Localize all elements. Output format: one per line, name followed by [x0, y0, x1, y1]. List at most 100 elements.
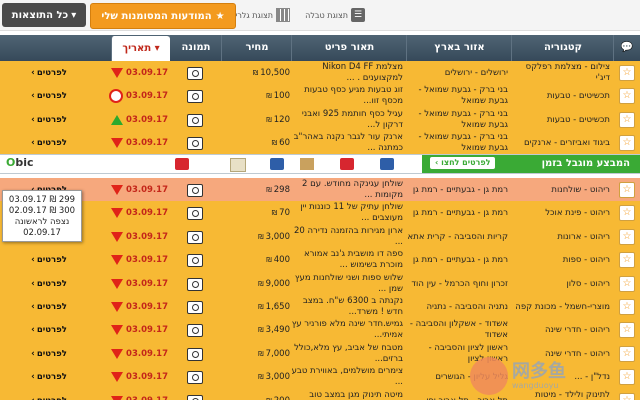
star-outline-icon[interactable]: ☆: [619, 65, 635, 81]
image-cell[interactable]: [170, 131, 220, 155]
favorite-cell[interactable]: ☆: [616, 131, 638, 155]
header-date-sorted[interactable]: ▾ תאריך: [111, 36, 170, 61]
star-outline-icon[interactable]: ☆: [619, 369, 635, 385]
camera-icon[interactable]: [187, 206, 203, 220]
details-label: לפרטים: [36, 137, 67, 148]
favorite-cell[interactable]: ☆: [616, 389, 638, 400]
table-row[interactable]: ☆ ריהוט - שולחנות רמת גן - גבעתיים - רמת ג…: [0, 178, 640, 203]
currency-symbol: ₪: [252, 68, 259, 77]
details-label: לפרטים: [36, 278, 67, 289]
star-outline-icon[interactable]: ☆: [619, 182, 635, 198]
image-cell[interactable]: [170, 201, 220, 225]
favorite-cell[interactable]: ☆: [616, 272, 638, 296]
header-image[interactable]: תמונה: [169, 35, 222, 61]
details-link[interactable]: לפרטים›: [2, 389, 96, 400]
star-outline-icon[interactable]: ☆: [619, 276, 635, 292]
table-row[interactable]: ☆ תכשיטים - טבעות בני ברק - גבעת שמואל - ג…: [0, 84, 640, 109]
star-outline-icon[interactable]: ☆: [619, 393, 635, 400]
image-cell[interactable]: [170, 248, 220, 272]
table-row[interactable]: ☆ ריהוט - ארונות קריות והסביבה - קרית אתא א…: [0, 225, 640, 250]
star-outline-icon[interactable]: ☆: [619, 346, 635, 362]
camera-icon[interactable]: [187, 277, 203, 291]
banner-cta-button[interactable]: לפרטים לחצו ›: [430, 157, 496, 169]
favorite-cell[interactable]: ☆: [616, 108, 638, 132]
header-price[interactable]: מחיר: [221, 35, 292, 61]
favorite-cell[interactable]: ☆: [616, 201, 638, 225]
details-link[interactable]: לפרטים›: [2, 108, 96, 132]
camera-icon[interactable]: [187, 230, 203, 244]
table-row[interactable]: ☆ ריהוט - חדרי שינה אשדוד - אשקלון והסביבה…: [0, 318, 640, 343]
price-value: 10,500: [260, 67, 290, 78]
star-outline-icon[interactable]: ☆: [619, 229, 635, 245]
price-down-arrow-icon: [111, 372, 124, 382]
table-view-toggle[interactable]: ☰ תצוגת טבלה: [305, 6, 365, 24]
favorite-cell[interactable]: ☆: [616, 318, 638, 342]
camera-icon[interactable]: [187, 66, 203, 80]
star-outline-icon[interactable]: ☆: [619, 88, 635, 104]
star-outline-icon[interactable]: ☆: [619, 299, 635, 315]
details-link[interactable]: לפרטים›: [2, 131, 96, 155]
image-cell[interactable]: [170, 178, 220, 202]
image-cell[interactable]: [170, 272, 220, 296]
favorite-cell[interactable]: ☆: [616, 61, 638, 85]
gallery-view-toggle[interactable]: תצוגת גלריה: [230, 6, 290, 24]
star-outline-icon[interactable]: ☆: [619, 252, 635, 268]
table-row[interactable]: ☆ תכשיטים - טבעות בני ברק - גבעת שמואל - ג…: [0, 108, 640, 133]
image-cell[interactable]: [170, 61, 220, 85]
camera-icon[interactable]: [187, 253, 203, 267]
image-cell[interactable]: [170, 365, 220, 389]
details-link[interactable]: לפרטים›: [2, 295, 96, 319]
camera-icon[interactable]: [187, 300, 203, 314]
favorite-cell[interactable]: ☆: [616, 342, 638, 366]
details-link[interactable]: לפרטים›: [2, 342, 96, 366]
favorite-cell[interactable]: ☆: [616, 84, 638, 108]
star-outline-icon[interactable]: ☆: [619, 135, 635, 151]
favorite-cell[interactable]: ☆: [616, 225, 638, 249]
promo-banner[interactable]: המבצע מוגבל בזמן לפרטים לחצו › Obic: [0, 154, 640, 174]
camera-icon[interactable]: [187, 113, 203, 127]
tooltip-line-2: 300 ₪ 02.09.17: [8, 206, 76, 216]
star-outline-icon[interactable]: ☆: [619, 112, 635, 128]
camera-icon[interactable]: [187, 136, 203, 150]
image-cell[interactable]: [170, 84, 220, 108]
camera-icon[interactable]: [187, 323, 203, 337]
table-row[interactable]: ☆ ריהוט - סלון זכרון וחוף הכרמל - עין הוד ש…: [0, 272, 640, 297]
star-outline-icon[interactable]: ☆: [619, 322, 635, 338]
currency-symbol: ₪: [258, 349, 264, 358]
camera-icon[interactable]: [187, 370, 203, 384]
header-area[interactable]: אזור בארץ: [406, 35, 512, 61]
details-link[interactable]: לפרטים›: [2, 61, 96, 85]
image-cell[interactable]: [170, 108, 220, 132]
table-row[interactable]: ☆ ריהוט - פינת אוכל רמת גן - גבעתיים - רמת…: [0, 201, 640, 226]
details-link[interactable]: לפרטים›: [2, 272, 96, 296]
camera-icon[interactable]: [187, 89, 203, 103]
price-value: 1,650: [265, 301, 290, 312]
details-link[interactable]: לפרטים›: [2, 318, 96, 342]
date-cell: 03.09.17: [96, 318, 168, 342]
star-outline-icon[interactable]: ☆: [619, 205, 635, 221]
camera-icon[interactable]: [187, 347, 203, 361]
watermark-text: 网多鱼: [512, 361, 566, 382]
image-cell[interactable]: [170, 389, 220, 400]
details-link[interactable]: לפרטים›: [2, 365, 96, 389]
favorite-cell[interactable]: ☆: [616, 365, 638, 389]
table-row[interactable]: ☆ מוצרי-חשמל - מכונת קפה נתניה והסביבה - נ…: [0, 295, 640, 320]
header-description[interactable]: תאור פריט: [291, 35, 407, 61]
camera-icon[interactable]: [187, 183, 203, 197]
image-cell[interactable]: [170, 342, 220, 366]
image-cell[interactable]: [170, 318, 220, 342]
all-results-button[interactable]: ▾ כל התוצאות: [2, 3, 86, 27]
header-category[interactable]: קטגוריה: [511, 35, 614, 61]
table-row[interactable]: ☆ צילום - מצלמת רפלקס דיג'י ירושלים - ירוש…: [0, 61, 640, 86]
table-row[interactable]: ☆ ביגוד ואביזרים - ארנקים בני ברק - גבעת ש…: [0, 131, 640, 156]
image-cell[interactable]: [170, 295, 220, 319]
details-link[interactable]: לפרטים›: [2, 84, 96, 108]
favorite-cell[interactable]: ☆: [616, 248, 638, 272]
details-link[interactable]: לפרטים›: [2, 248, 96, 272]
favorite-cell[interactable]: ☆: [616, 295, 638, 319]
camera-icon[interactable]: [187, 394, 203, 400]
image-cell[interactable]: [170, 225, 220, 249]
saved-ads-button[interactable]: ★ המודעות המסומנות שלי: [90, 3, 236, 29]
table-row[interactable]: ☆ ריהוט - ספות רמת גן - גבעתיים - רמת גן ספ…: [0, 248, 640, 273]
favorite-cell[interactable]: ☆: [616, 178, 638, 202]
